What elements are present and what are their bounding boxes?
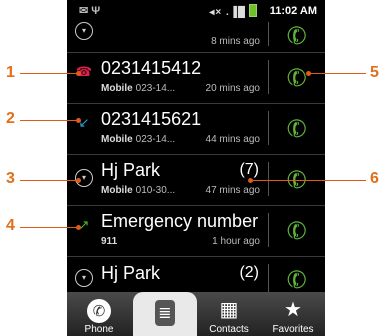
callout-line-1 <box>20 73 78 74</box>
callout-label-6: 6 <box>370 170 379 187</box>
status-time: 11:02 AM <box>269 5 317 17</box>
call-button[interactable]: ✆ <box>279 213 315 249</box>
row-divider <box>268 213 269 247</box>
row-divider <box>268 22 269 46</box>
tab-favorites[interactable]: ★ Favorites <box>261 292 325 336</box>
row-divider <box>268 60 269 94</box>
callout-label-1: 1 <box>6 64 15 81</box>
callout-dot-4 <box>76 225 81 230</box>
callout-dot-6 <box>248 178 253 183</box>
call-button[interactable]: ✆ <box>279 60 315 96</box>
call-time-ago: 47 mins ago <box>205 185 260 196</box>
contacts-icon: ▦ <box>219 297 239 321</box>
caller-name: Hj Park <box>101 263 161 283</box>
star-icon: ★ <box>284 297 302 321</box>
callout-label-3: 3 <box>6 170 15 187</box>
call-count: (2) <box>239 264 259 281</box>
status-bar: ✉ Ψ ◂× .▐█ 11:02 AM <box>67 0 325 22</box>
caller-number: 911 <box>101 236 118 247</box>
tab-call-log[interactable]: ≣ <box>133 292 197 336</box>
callout-dot-3 <box>76 178 81 183</box>
caller-name: 0231415621 <box>101 109 202 129</box>
phone-icon: ✆ <box>86 297 112 323</box>
call-time-ago: 20 mins ago <box>205 83 260 94</box>
callout-dot-5 <box>306 71 311 76</box>
tab-phone[interactable]: ✆ Phone <box>67 292 131 336</box>
call-log-row[interactable]: ☎ 0231415412 Mobile 023-14... 20 mins ago… <box>67 53 325 104</box>
signal-icon: ◂× .▐█ <box>209 4 257 18</box>
caller-number: Mobile 010-30... <box>101 185 176 196</box>
caller-name: 0231415412 <box>101 58 202 78</box>
callout-line-6 <box>250 180 366 181</box>
tab-label: Contacts <box>209 324 249 335</box>
battery-icon <box>249 4 257 17</box>
caller-number: Mobile 023-14... <box>101 134 176 145</box>
tab-label: Favorites <box>272 324 314 335</box>
callout-line-3 <box>20 180 78 181</box>
call-log-icon: ≣ <box>155 300 175 326</box>
callout-label-5: 5 <box>370 64 379 81</box>
callout-dot-2 <box>76 118 81 123</box>
caller-name: Hj Park <box>101 160 161 180</box>
callout-label-2: 2 <box>6 110 15 127</box>
call-log-row[interactable]: ▾ 8 mins ago ✆ <box>67 19 325 53</box>
callout-line-2 <box>20 120 78 121</box>
caller-name: Emergency number <box>101 211 259 231</box>
call-time-ago: 8 mins ago <box>211 36 260 47</box>
call-time-ago: 1 hour ago <box>212 236 260 247</box>
call-button[interactable]: ✆ <box>279 18 315 54</box>
call-log-row[interactable]: ↙ 0231415621 Mobile 023-14... 44 mins ago… <box>67 104 325 155</box>
callout-line-4 <box>20 227 78 228</box>
phone-screen: ✉ Ψ ◂× .▐█ 11:02 AM ▾ 8 mins ago ✆ ☎ 023… <box>67 0 325 336</box>
call-time-ago: 44 mins ago <box>205 134 260 145</box>
notification-icons: ✉ Ψ <box>79 5 101 17</box>
tab-label: Phone <box>84 324 114 335</box>
callout-dot-1 <box>76 71 81 76</box>
expand-group-icon[interactable]: ▾ <box>75 22 93 40</box>
call-log-row[interactable]: ↗ Emergency number 911 1 hour ago ✆ <box>67 206 325 257</box>
caller-number: Mobile 023-14... <box>101 83 176 94</box>
callout-line-5 <box>308 73 366 74</box>
call-count: (7) <box>239 161 259 178</box>
row-divider <box>268 162 269 196</box>
tab-contacts[interactable]: ▦ Contacts <box>197 292 261 336</box>
row-divider <box>268 111 269 145</box>
callout-label-4: 4 <box>6 217 15 234</box>
tab-bar: ✆ Phone ≣ ▦ Contacts ★ Favorites <box>67 292 325 336</box>
call-button[interactable]: ✆ <box>279 111 315 147</box>
expand-group-icon[interactable]: ▾ <box>75 269 93 287</box>
